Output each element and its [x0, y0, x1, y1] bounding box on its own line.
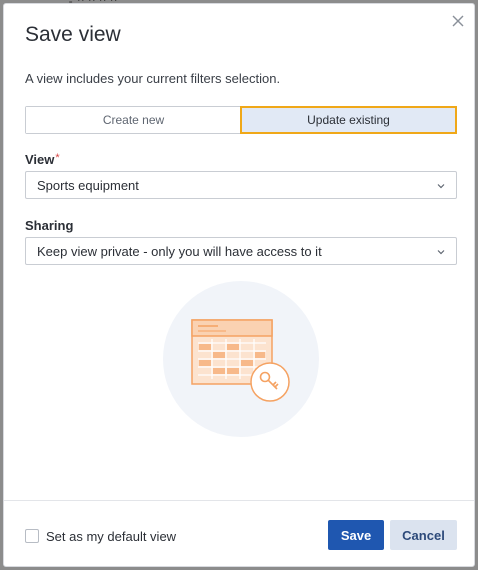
mode-toggle: Create new Update existing	[25, 106, 457, 134]
create-new-option[interactable]: Create new	[26, 107, 241, 133]
cancel-button[interactable]: Cancel	[390, 520, 457, 550]
close-icon[interactable]	[450, 13, 466, 29]
default-view-checkbox[interactable]	[25, 529, 39, 543]
chevron-down-icon	[437, 184, 445, 189]
view-field-label: View*	[25, 152, 60, 167]
save-view-dialog: Save view A view includes your current f…	[3, 3, 475, 567]
sharing-field-label: Sharing	[25, 218, 74, 233]
sharing-select-value: Keep view private - only you will have a…	[37, 243, 322, 259]
default-view-label[interactable]: Set as my default view	[46, 529, 176, 544]
dialog-footer: Set as my default view Save Cancel	[4, 500, 474, 566]
view-select-value: Sports equipment	[37, 177, 139, 193]
dialog-description: A view includes your current filters sel…	[25, 71, 281, 86]
dialog-title: Save view	[25, 23, 121, 46]
sharing-select[interactable]: Keep view private - only you will have a…	[25, 237, 457, 265]
view-select[interactable]: Sports equipment	[25, 171, 457, 199]
view-label-text: View	[25, 152, 55, 167]
save-button[interactable]: Save	[328, 520, 384, 550]
chevron-down-icon	[437, 250, 445, 255]
required-marker: *	[55, 152, 60, 164]
update-existing-option[interactable]: Update existing	[240, 106, 457, 134]
table-key-illustration	[163, 281, 319, 437]
